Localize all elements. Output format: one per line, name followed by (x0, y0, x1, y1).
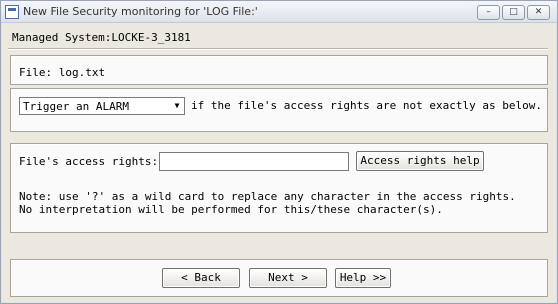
back-button[interactable]: < Back (162, 268, 240, 288)
chevron-down-icon[interactable]: ▼ (170, 98, 184, 114)
wildcard-note: Note: use '?' as a wild card to replace … (19, 190, 516, 216)
help-button[interactable]: Help >> (335, 268, 391, 288)
app-icon (5, 5, 19, 19)
close-button[interactable]: ✕ (527, 5, 550, 20)
next-button[interactable]: Next > (249, 268, 327, 288)
minimize-button[interactable]: – (477, 5, 500, 20)
access-rights-panel: File's access rights: Access rights help… (10, 143, 548, 233)
dialog-body: Managed System:LOCKE-3_3181 File: log.tx… (2, 23, 556, 302)
access-rights-label: File's access rights: (19, 155, 159, 168)
dialog-window: New File Security monitoring for 'LOG Fi… (0, 0, 558, 304)
access-rights-input[interactable] (159, 152, 349, 171)
trigger-panel: Trigger an ALARM ▼ if the file's access … (10, 88, 548, 132)
title-bar[interactable]: New File Security monitoring for 'LOG Fi… (1, 1, 557, 23)
wildcard-note-line-2: No interpretation will be performed for … (19, 203, 443, 216)
header-divider (8, 48, 548, 50)
maximize-button[interactable]: □ (502, 5, 525, 20)
managed-system-label: Managed System:LOCKE-3_3181 (12, 31, 191, 44)
trigger-condition-text: if the file's access rights are not exac… (191, 99, 542, 112)
file-name-label: File: log.txt (19, 66, 106, 79)
trigger-action-value: Trigger an ALARM (23, 100, 129, 113)
trigger-action-select[interactable]: Trigger an ALARM ▼ (19, 97, 185, 115)
wildcard-note-line-1: Note: use '?' as a wild card to replace … (19, 190, 516, 203)
access-rights-help-button[interactable]: Access rights help (356, 151, 484, 171)
footer-panel: < Back Next > Help >> (10, 259, 548, 297)
file-panel: File: log.txt (10, 55, 548, 85)
window-title: New File Security monitoring for 'LOG Fi… (23, 5, 258, 18)
